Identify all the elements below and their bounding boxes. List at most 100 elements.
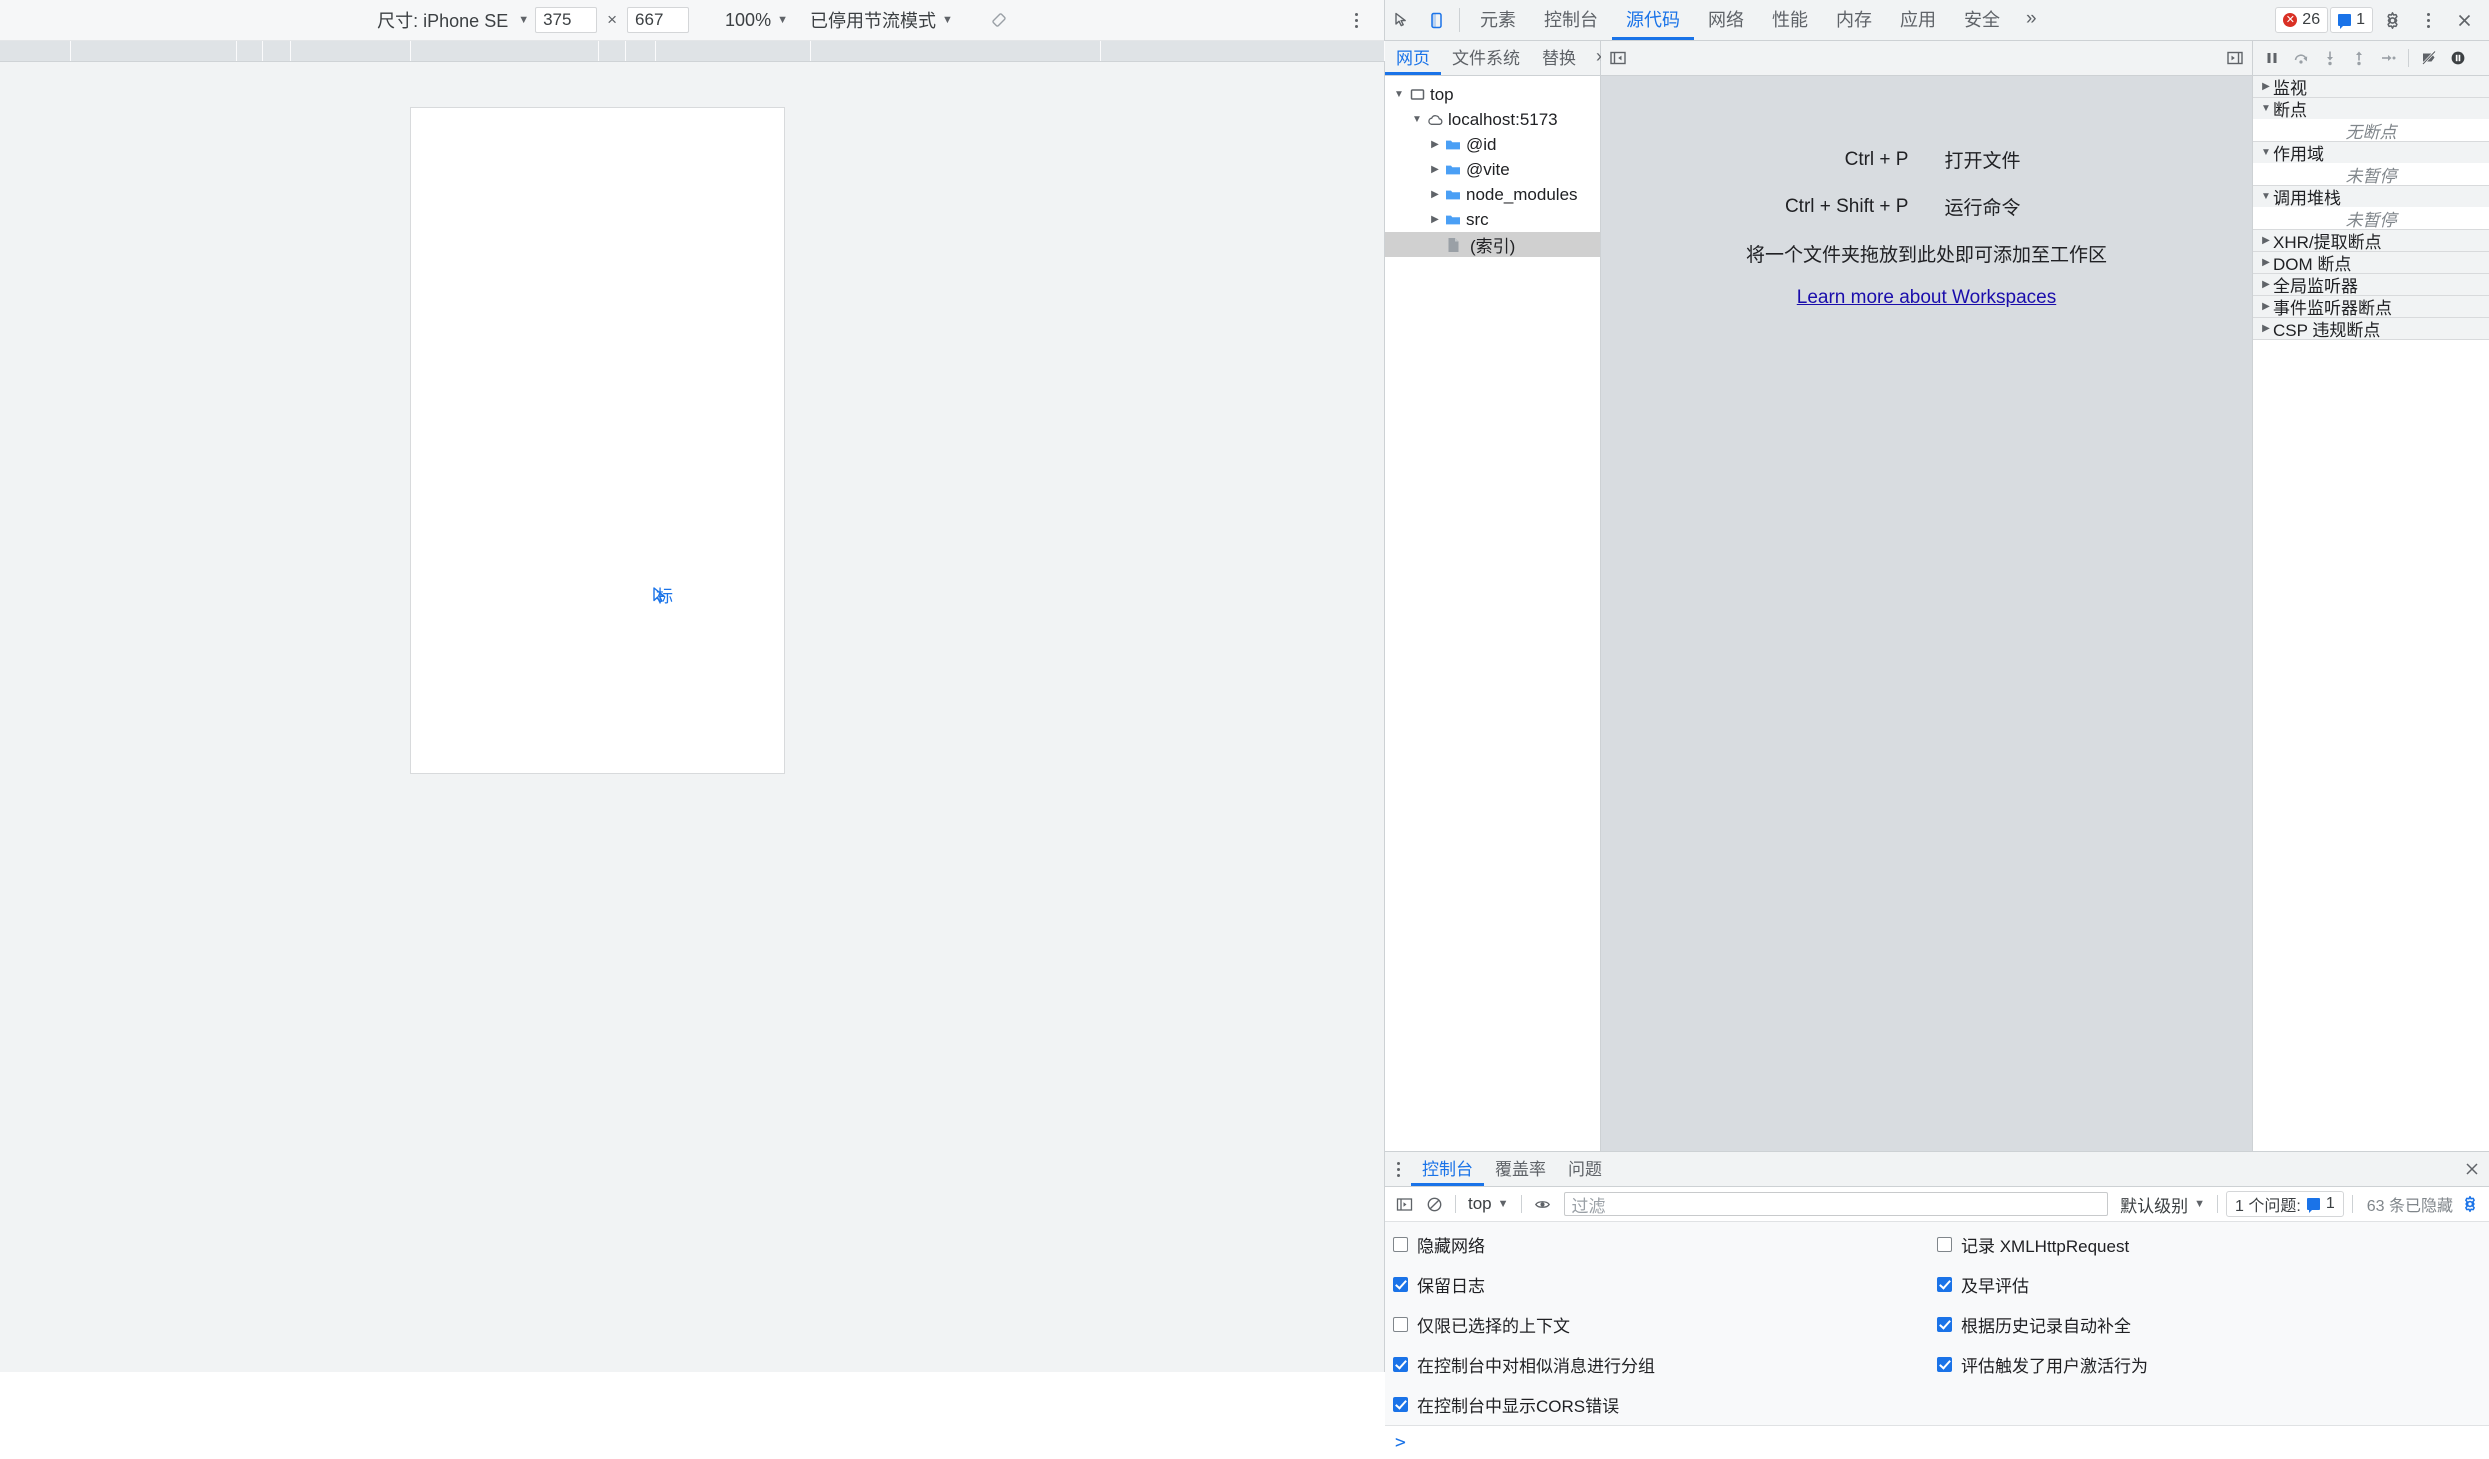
drawer-tab-issues[interactable]: 问题 bbox=[1557, 1152, 1613, 1186]
debugger-section-csp-violation-breakpoints[interactable]: ▶ CSP 违规断点 bbox=[2253, 318, 2489, 340]
viewport-width-input[interactable]: 375 bbox=[535, 7, 598, 33]
chevron-right-icon[interactable]: ▶ bbox=[2259, 301, 2273, 312]
navigator-tab-overrides[interactable]: 替换 bbox=[1531, 41, 1587, 75]
checkbox-box[interactable] bbox=[1393, 1357, 1408, 1372]
device-size-selector[interactable]: 尺寸: iPhone SE ▼ bbox=[373, 5, 529, 35]
chevron-right-icon[interactable]: ▶ bbox=[2259, 323, 2273, 334]
debugger-section-event-listener-breakpoints[interactable]: ▶ 事件监听器断点 bbox=[2253, 296, 2489, 318]
console-level-selector[interactable]: 默认级别 ▼ bbox=[2116, 1192, 2209, 1217]
checkbox-box[interactable] bbox=[1937, 1237, 1952, 1252]
step-icon[interactable] bbox=[2375, 45, 2401, 71]
debugger-section-dom-breakpoints[interactable]: ▶ DOM 断点 bbox=[2253, 252, 2489, 274]
checkbox-autocomplete-from-history[interactable]: 根据历史记录自动补全 bbox=[1937, 1312, 2481, 1337]
drawer-tab-coverage[interactable]: 覆盖率 bbox=[1484, 1152, 1557, 1186]
collapse-sidebar-left-icon[interactable] bbox=[1609, 49, 1627, 67]
tab-sources[interactable]: 源代码 bbox=[1612, 0, 1694, 40]
device-viewport[interactable]: 标 bbox=[410, 107, 785, 774]
chevron-down-icon[interactable]: ▼ bbox=[1409, 114, 1425, 125]
section-header[interactable]: ▼ 作用域 bbox=[2253, 142, 2489, 164]
debugger-section-breakpoints[interactable]: ▼ 断点 无断点 bbox=[2253, 98, 2489, 142]
checkbox-eager-evaluation[interactable]: 及早评估 bbox=[1937, 1272, 2481, 1297]
checkbox-hide-network[interactable]: 隐藏网络 bbox=[1393, 1232, 1937, 1257]
section-header[interactable]: ▶ 事件监听器断点 bbox=[2253, 296, 2489, 318]
tree-item-at-vite[interactable]: ▶ @vite bbox=[1385, 157, 1600, 182]
section-header[interactable]: ▶ 监视 bbox=[2253, 76, 2489, 98]
collapse-sidebar-right-icon[interactable] bbox=[2226, 49, 2244, 67]
zoom-selector[interactable]: 100% ▼ bbox=[725, 10, 788, 31]
debugger-section-scope[interactable]: ▼ 作用域 未暂停 bbox=[2253, 142, 2489, 186]
clear-console-icon[interactable] bbox=[1421, 1191, 1447, 1217]
live-expression-icon[interactable] bbox=[1530, 1191, 1556, 1217]
error-count-badge[interactable]: ✕ 26 bbox=[2275, 7, 2329, 33]
checkbox-group-similar[interactable]: 在控制台中对相似消息进行分组 bbox=[1393, 1352, 1937, 1377]
checkbox-show-cors-errors[interactable]: 在控制台中显示CORS错误 bbox=[1393, 1392, 1937, 1417]
debugger-section-watch[interactable]: ▶ 监视 bbox=[2253, 76, 2489, 98]
drawer-tab-console[interactable]: 控制台 bbox=[1411, 1152, 1484, 1186]
device-toolbar-more-options-icon[interactable] bbox=[1346, 8, 1366, 32]
checkbox-box[interactable] bbox=[1393, 1317, 1408, 1332]
checkbox-box[interactable] bbox=[1937, 1357, 1952, 1372]
navigator-tab-filesystem[interactable]: 文件系统 bbox=[1441, 41, 1531, 75]
debugger-section-call-stack[interactable]: ▼ 调用堆栈 未暂停 bbox=[2253, 186, 2489, 230]
console-sidebar-icon[interactable] bbox=[1391, 1191, 1417, 1217]
checkbox-preserve-log[interactable]: 保留日志 bbox=[1393, 1272, 1937, 1297]
chevron-down-icon[interactable]: ▼ bbox=[2259, 103, 2273, 114]
viewport-height-input[interactable]: 667 bbox=[627, 7, 690, 33]
section-header[interactable]: ▼ 断点 bbox=[2253, 98, 2489, 120]
section-header[interactable]: ▶ 全局监听器 bbox=[2253, 274, 2489, 296]
console-output[interactable]: > bbox=[1385, 1426, 2489, 1459]
step-over-icon[interactable] bbox=[2288, 45, 2314, 71]
chevron-right-icon[interactable]: ▶ bbox=[2259, 279, 2273, 290]
section-header[interactable]: ▼ 调用堆栈 bbox=[2253, 186, 2489, 208]
gear-icon[interactable] bbox=[2375, 11, 2409, 30]
checkbox-box[interactable] bbox=[1393, 1237, 1408, 1252]
tree-item-index[interactable]: ▶ (索引) bbox=[1385, 232, 1600, 257]
warning-count-badge[interactable]: 1 bbox=[2330, 7, 2373, 33]
step-into-icon[interactable] bbox=[2317, 45, 2343, 71]
debugger-section-xhr-breakpoints[interactable]: ▶ XHR/提取断点 bbox=[2253, 230, 2489, 252]
tree-item-node-modules[interactable]: ▶ node_modules bbox=[1385, 182, 1600, 207]
checkbox-box[interactable] bbox=[1393, 1277, 1408, 1292]
chevron-down-icon[interactable]: ▼ bbox=[1391, 89, 1407, 100]
chevron-right-icon[interactable]: ▶ bbox=[1427, 164, 1443, 175]
chevron-right-icon[interactable]: ▶ bbox=[2259, 257, 2273, 268]
tree-item-top[interactable]: ▼ top bbox=[1385, 82, 1600, 107]
checkbox-selected-context-only[interactable]: 仅限已选择的上下文 bbox=[1393, 1312, 1937, 1337]
navigator-tab-page[interactable]: 网页 bbox=[1385, 41, 1441, 75]
devtools-more-options-icon[interactable] bbox=[2411, 12, 2445, 28]
console-settings-gear-icon[interactable] bbox=[2457, 1191, 2483, 1217]
chevron-down-icon[interactable]: ▼ bbox=[2259, 147, 2273, 158]
close-icon[interactable] bbox=[2447, 12, 2481, 29]
pause-script-icon[interactable] bbox=[2259, 45, 2285, 71]
console-context-selector[interactable]: top ▼ bbox=[1464, 1194, 1513, 1214]
rotate-device-icon[interactable] bbox=[987, 8, 1011, 32]
chevron-right-icon[interactable]: ▶ bbox=[2259, 81, 2273, 92]
step-out-icon[interactable] bbox=[2346, 45, 2372, 71]
tab-console[interactable]: 控制台 bbox=[1530, 0, 1612, 40]
tree-item-src[interactable]: ▶ src bbox=[1385, 207, 1600, 232]
chevron-right-icon[interactable]: ▶ bbox=[2259, 235, 2273, 246]
chevron-down-icon[interactable]: ▼ bbox=[2259, 191, 2273, 202]
section-header[interactable]: ▶ XHR/提取断点 bbox=[2253, 230, 2489, 252]
tree-item-at-id[interactable]: ▶ @id bbox=[1385, 132, 1600, 157]
drawer-close-icon[interactable] bbox=[2455, 1152, 2489, 1186]
debugger-section-global-listeners[interactable]: ▶ 全局监听器 bbox=[2253, 274, 2489, 296]
tab-performance[interactable]: 性能 bbox=[1758, 0, 1822, 40]
checkbox-box[interactable] bbox=[1937, 1317, 1952, 1332]
chevron-right-icon[interactable]: ▶ bbox=[1427, 189, 1443, 200]
console-issues-button[interactable]: 1 个问题: 1 bbox=[2226, 1191, 2344, 1217]
tab-elements[interactable]: 元素 bbox=[1466, 0, 1530, 40]
chevron-right-icon[interactable]: ▶ bbox=[1427, 139, 1443, 150]
section-header[interactable]: ▶ DOM 断点 bbox=[2253, 252, 2489, 274]
checkbox-box[interactable] bbox=[1937, 1277, 1952, 1292]
checkbox-log-xmlhttprequest[interactable]: 记录 XMLHttpRequest bbox=[1937, 1232, 2481, 1257]
learn-more-workspaces-link[interactable]: Learn more about Workspaces bbox=[1797, 287, 2056, 309]
more-tabs-icon[interactable]: » bbox=[2014, 0, 2049, 40]
tab-security[interactable]: 安全 bbox=[1950, 0, 2014, 40]
checkbox-evaluate-triggers-user-activation[interactable]: 评估触发了用户激活行为 bbox=[1937, 1352, 2481, 1377]
drawer-more-options-icon[interactable] bbox=[1385, 1152, 1411, 1186]
tree-item-localhost[interactable]: ▼ localhost:5173 bbox=[1385, 107, 1600, 132]
deactivate-breakpoints-icon[interactable] bbox=[2416, 45, 2442, 71]
tab-application[interactable]: 应用 bbox=[1886, 0, 1950, 40]
throttling-selector[interactable]: 已停用节流模式 ▼ bbox=[810, 7, 953, 33]
